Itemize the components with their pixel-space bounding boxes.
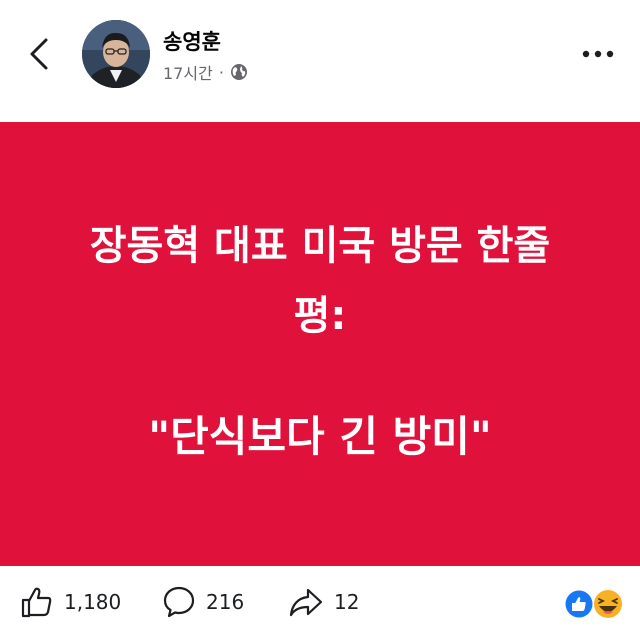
post-text-card: 장동혁 대표 미국 방문 한줄 평: "단식보다 긴 방미" — [0, 122, 640, 566]
post-actions-bar: 1,180 216 12 — [0, 566, 640, 640]
thumbs-up-icon — [21, 587, 52, 618]
globe-icon — [230, 64, 247, 80]
like-reaction-icon — [564, 589, 594, 619]
comment-button[interactable]: 216 — [162, 584, 244, 620]
post-header: 송영훈 17시간 · — [0, 0, 640, 122]
like-button[interactable]: 1,180 — [20, 584, 121, 620]
card-text-line-2: 평: — [293, 293, 347, 339]
card-text-quote: "단식보다 긴 방미" — [148, 412, 492, 461]
reactions-summary[interactable] — [562, 588, 626, 620]
comment-count: 216 — [206, 590, 245, 614]
back-chevron-icon[interactable] — [22, 34, 58, 74]
card-text-line-1: 장동혁 대표 미국 방문 한줄 — [89, 223, 551, 269]
haha-reaction-icon — [594, 590, 622, 618]
share-count: 12 — [334, 590, 360, 614]
share-button[interactable]: 12 — [288, 584, 359, 620]
comment-bubble-icon — [163, 586, 195, 618]
post-time[interactable]: 17시간 — [163, 60, 213, 84]
author-name[interactable]: 송영훈 — [163, 26, 221, 56]
like-count: 1,180 — [64, 590, 122, 614]
share-arrow-icon — [289, 588, 323, 617]
post-meta: 17시간 · — [163, 60, 248, 84]
meta-separator: · — [218, 62, 224, 82]
avatar[interactable] — [82, 20, 150, 88]
more-options-icon[interactable] — [580, 48, 616, 60]
